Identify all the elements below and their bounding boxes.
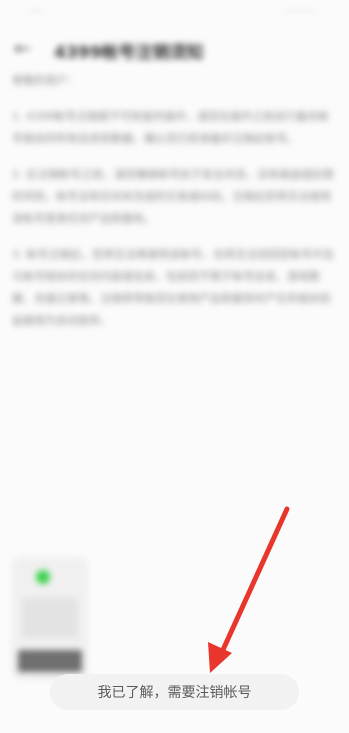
- article-paragraph: 尊敬的用户：: [12, 74, 78, 87]
- title-bar: ← 4399帐号注销须知: [0, 30, 349, 66]
- article-paragraph: 2. 在注销帐号之前，请您确保帐号处于安全状态，没有被盗或封禁的风险，帐号没有任…: [12, 168, 334, 225]
- article-paragraph: 3. 帐号注销后，您将无法再使用该帐号，也将无法找回您帐号中及与帐号相关的任何内…: [12, 248, 334, 327]
- blurred-background: ···· ······ ← 4399帐号注销须知 尊敬的用户： 1. 4399帐…: [0, 0, 349, 733]
- thumbnail-content: [22, 598, 78, 638]
- back-arrow-icon[interactable]: ←: [14, 36, 31, 60]
- floating-thumbnail[interactable]: [14, 558, 86, 676]
- confirm-deregister-button[interactable]: 我已了解，需要注销帐号: [50, 674, 299, 710]
- status-right-text: ······: [284, 5, 317, 18]
- green-status-dot: [36, 570, 50, 584]
- thumbnail-footer: [18, 650, 82, 672]
- status-left-text: ····: [30, 5, 44, 18]
- page-title: 4399帐号注销须知: [54, 43, 204, 63]
- screen: ···· ······ ← 4399帐号注销须知 尊敬的用户： 1. 4399帐…: [0, 0, 349, 733]
- article-body: 尊敬的用户： 1. 4399帐号注销是不可恢复的操作，请您在操作之前自行备份帐号…: [12, 70, 334, 346]
- article-paragraph: 1. 4399帐号注销是不可恢复的操作，请您在操作之前自行备份帐号相关的所有信息…: [12, 110, 329, 145]
- status-bar: ···· ······: [0, 0, 349, 22]
